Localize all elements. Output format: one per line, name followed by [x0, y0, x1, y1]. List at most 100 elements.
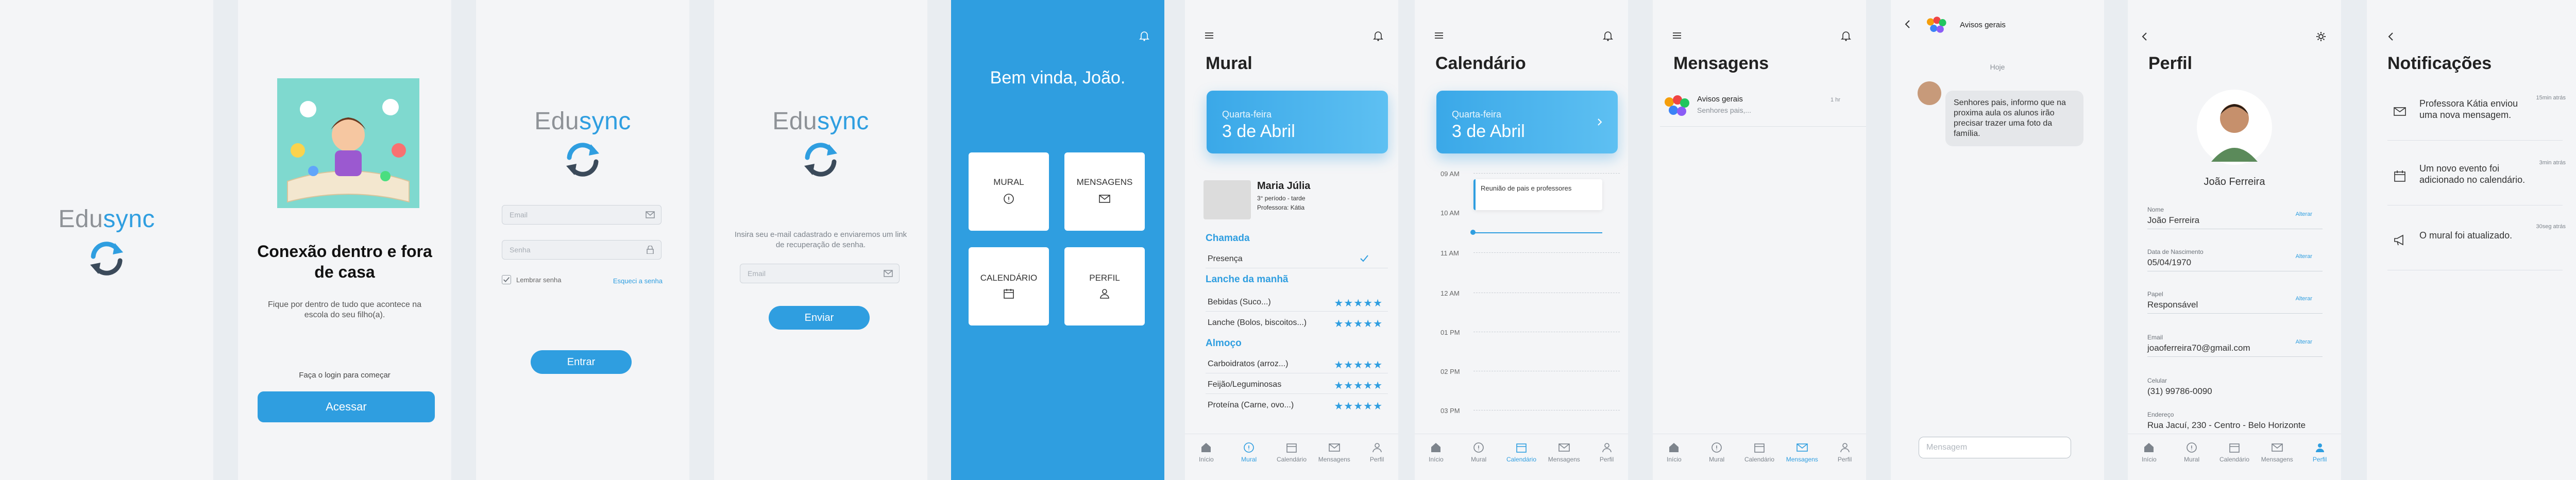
profile-field-address: Endereço Rua Jacuí, 230 - Centro - Belo H… [2147, 411, 2323, 431]
tab-calendar[interactable]: Calendário [1740, 441, 1779, 463]
onboarding-subtext: Fique por dentro de tudo que acontece na… [268, 300, 421, 319]
notification-item[interactable]: Um novo evento foi adicionado no calendá… [2387, 160, 2566, 199]
messages-screen: Mensagens Avisos gerais Senhores pais,..… [1653, 0, 1866, 480]
tab-profile[interactable]: Perfil [1587, 441, 1626, 463]
almoco-row: Proteína (Carne, ovo...) ★★★★★ [1208, 401, 1390, 412]
rating-stars: ★★★★★ [1334, 298, 1383, 309]
enter-button[interactable]: Entrar [531, 350, 632, 374]
notification-item[interactable]: O mural foi atualizado. 30seg atrás [2387, 224, 2566, 263]
tab-home[interactable]: Início [2129, 441, 2168, 463]
hour-label: 03 PM [1440, 407, 1460, 415]
notification-item[interactable]: Professora Kátia enviou uma nova mensage… [2387, 95, 2566, 134]
chat-day-label: Hoje [1990, 63, 2005, 71]
tab-mural[interactable]: Mural [1459, 441, 1498, 463]
tab-label: Mural [1471, 456, 1487, 463]
almoco-item-label: Carboidratos (arroz...) [1208, 359, 1289, 368]
info-circle-icon [1473, 442, 1484, 453]
back-arrow-icon[interactable] [1902, 19, 1913, 30]
almoco-item-label: Proteína (Carne, ovo...) [1208, 401, 1294, 409]
brand-logo: Edusync [534, 108, 631, 135]
rating-stars: ★★★★★ [1334, 380, 1383, 391]
rating-stars: ★★★★★ [1334, 401, 1383, 412]
chevron-right-icon [1598, 118, 1602, 126]
onboarding-screen: Conexão dentro e fora de casa Fique por … [238, 0, 451, 480]
date-card[interactable]: Quarta-feira 3 de Abril [1436, 91, 1618, 153]
tab-bar: Início Mural Calendário Mensagens Perfil [1185, 434, 1398, 480]
student-class: 3° período - tarde [1257, 195, 1306, 202]
bell-icon[interactable] [1840, 30, 1852, 41]
edit-link[interactable]: Alterar [2296, 253, 2312, 260]
tab-home[interactable]: Início [1654, 441, 1693, 463]
tab-home[interactable]: Início [1416, 441, 1455, 463]
menu-icon[interactable] [1433, 30, 1445, 41]
tab-label: Perfil [1837, 456, 1852, 463]
user-icon [1372, 443, 1382, 453]
send-button[interactable]: Enviar [769, 306, 870, 330]
tab-messages[interactable]: Mensagens [1545, 441, 1584, 463]
password-field[interactable]: Senha [502, 240, 662, 260]
tab-label: Mural [1241, 456, 1257, 463]
tile-messages[interactable]: MENSAGENS [1064, 152, 1145, 231]
hour-label: 10 AM [1440, 209, 1460, 217]
message-list-item[interactable]: Avisos gerais Senhores pais,... 1 hr [1660, 91, 1866, 127]
rating-stars: ★★★★★ [1334, 318, 1383, 330]
tab-label: Perfil [2312, 456, 2327, 463]
calendar-icon [1286, 443, 1297, 453]
edit-link[interactable]: Alterar [2296, 296, 2312, 302]
chat-screen: Avisos gerais Hoje Senhores pais, inform… [1891, 0, 2104, 480]
tab-mural[interactable]: Mural [1697, 441, 1736, 463]
menu-icon[interactable] [1671, 30, 1683, 41]
tile-mural[interactable]: MURAL [969, 152, 1049, 231]
tab-messages[interactable]: Mensagens [1783, 441, 1822, 463]
bell-icon[interactable] [1372, 30, 1384, 41]
notification-time: 30seg atrás [2536, 224, 2566, 230]
profile-field-name: Nome João Ferreira Alterar [2147, 206, 2323, 229]
tab-calendar[interactable]: Calendário [1502, 441, 1541, 463]
back-arrow-icon[interactable] [2139, 31, 2150, 42]
hour-label: 11 AM [1440, 249, 1459, 257]
tab-calendar[interactable]: Calendário [1272, 441, 1311, 463]
back-arrow-icon[interactable] [2385, 31, 2397, 42]
student-photo [1204, 180, 1251, 219]
tab-label: Início [2142, 456, 2157, 463]
tab-messages[interactable]: Mensagens [2258, 441, 2297, 463]
calendar-icon [1516, 443, 1527, 453]
tab-profile[interactable]: Perfil [1825, 441, 1865, 463]
remember-checkbox[interactable] [502, 275, 511, 284]
login-prompt: Faça o login para começar [299, 371, 391, 380]
gear-icon[interactable] [2315, 31, 2327, 42]
tile-profile[interactable]: PERFIL [1064, 247, 1145, 325]
email-field[interactable]: Email [502, 205, 662, 225]
edit-link[interactable]: Alterar [2296, 211, 2312, 217]
tile-calendar[interactable]: CALENDÁRIO [969, 247, 1049, 325]
chat-title: Avisos gerais [1960, 21, 2006, 29]
lock-icon [647, 246, 654, 254]
welcome-screen: Bem vinda, João. MURAL MENSAGENS CALENDÁ… [951, 0, 1164, 480]
forgot-password-link[interactable]: Esqueci a senha [613, 277, 663, 285]
message-input[interactable]: Mensagem [1919, 437, 2071, 458]
mural-screen: Mural Quarta-feira 3 de Abril Maria Júli… [1185, 0, 1398, 480]
password-placeholder: Senha [510, 246, 531, 254]
tab-home[interactable]: Início [1187, 441, 1226, 463]
tab-messages[interactable]: Mensagens [1315, 441, 1354, 463]
bell-icon[interactable] [1139, 30, 1150, 41]
tab-calendar[interactable]: Calendário [2215, 441, 2254, 463]
tab-profile[interactable]: Perfil [2300, 441, 2340, 463]
access-button[interactable]: Acessar [258, 391, 435, 422]
edit-link[interactable]: Alterar [2296, 339, 2312, 345]
profile-field-role: Papel Responsável Alterar [2147, 290, 2323, 314]
user-icon [1840, 443, 1850, 453]
tab-mural[interactable]: Mural [2172, 441, 2211, 463]
lanche-row: Bebidas (Suco...) ★★★★★ [1208, 298, 1390, 309]
lanche-row: Lanche (Bolos, biscoitos...) ★★★★★ [1208, 318, 1390, 330]
calendar-icon [1754, 443, 1765, 453]
tab-label: Perfil [1369, 456, 1384, 463]
tab-mural[interactable]: Mural [1229, 441, 1268, 463]
recover-email-field[interactable]: Email [740, 264, 900, 283]
tile-messages-label: MENSAGENS [1076, 177, 1133, 187]
tab-profile[interactable]: Perfil [1358, 441, 1397, 463]
menu-icon[interactable] [1204, 30, 1215, 41]
event-card[interactable]: Reunião de pais e professores [1473, 179, 1602, 210]
presence-label: Presença [1208, 254, 1243, 263]
bell-icon[interactable] [1602, 30, 1614, 41]
